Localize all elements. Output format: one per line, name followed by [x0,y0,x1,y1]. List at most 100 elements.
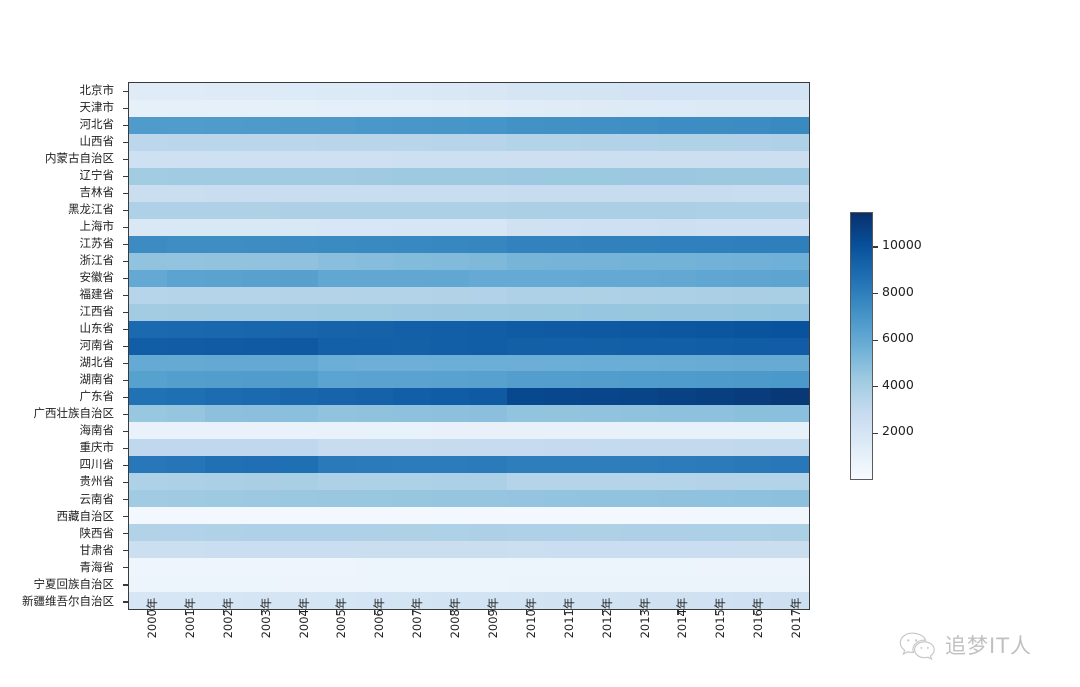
heatmap-cell [317,337,356,355]
heatmap-cell [166,218,205,236]
heatmap-cell [657,541,696,559]
heatmap-cell [582,507,621,525]
heatmap-cell [733,473,772,491]
heatmap-cell [469,541,507,559]
heatmap-cell [204,456,243,474]
heatmap-cell [733,252,772,270]
heatmap-cell [431,252,470,270]
heatmap-cell [544,575,583,593]
colorbar-ticks: 2000 4000 6000 8000 10000 [873,212,933,480]
heatmap-cell [695,320,734,338]
x-tick-label-slot: 2009年 [469,598,507,682]
heatmap-cell [544,473,583,491]
heatmap-cell [242,575,281,593]
heatmap-cell [242,354,281,372]
heatmap-cell [695,405,734,423]
heatmap-cell [280,337,318,355]
heatmap-cell [544,371,583,389]
heatmap-cell [393,116,432,134]
heatmap-cell [506,541,545,559]
y-tick-label: 北京市 [79,82,115,97]
heatmap-cell [469,320,507,338]
heatmap-cell [620,184,658,202]
heatmap-cell [733,422,772,440]
heatmap-row [129,116,810,134]
heatmap-cell [355,286,394,304]
heatmap-cell [317,507,356,525]
heatmap-cell [733,354,772,372]
heatmap-cell [620,83,658,100]
heatmap-cell [733,490,772,508]
heatmap-cell [469,303,507,321]
heatmap-cell [393,354,432,372]
y-tick-label: 河北省 [79,116,115,131]
heatmap-grid [129,83,810,610]
heatmap-cell [355,116,394,134]
heatmap-cell [469,167,507,185]
heatmap-cell [166,201,205,219]
heatmap-cell [129,439,167,457]
heatmap-cell [506,456,545,474]
heatmap-cell [733,337,772,355]
x-tick-label: 2004年 [296,597,311,639]
heatmap-cell [431,133,470,151]
heatmap-cell [733,303,772,321]
heatmap-cell [582,303,621,321]
heatmap-cell [129,184,167,202]
y-tick-label: 安徽省 [79,270,115,285]
heatmap-cell [657,252,696,270]
heatmap-cell [506,269,545,287]
heatmap-cell [431,524,470,542]
heatmap-cell [129,201,167,219]
heatmap-cell [280,184,318,202]
heatmap-cell [582,133,621,151]
heatmap-cell [280,252,318,270]
heatmap-cell [317,83,356,100]
y-tick-label: 贵州省 [79,474,115,489]
y-tick-label: 广西壮族自治区 [33,406,115,421]
heatmap-cell [280,201,318,219]
heatmap-cell [431,99,470,117]
heatmap-cell [695,456,734,474]
heatmap-cell [393,575,432,593]
heatmap-cell [355,439,394,457]
heatmap-cell [544,99,583,117]
heatmap-cell [733,184,772,202]
heatmap-cell [620,371,658,389]
heatmap-cell [506,252,545,270]
heatmap-cell [129,99,167,117]
heatmap-row [129,490,810,508]
heatmap-cell [544,524,583,542]
heatmap-cell [469,150,507,168]
heatmap-cell [280,116,318,134]
heatmap-cell [393,99,432,117]
heatmap-cell [280,422,318,440]
heatmap-cell [431,167,470,185]
heatmap-cell [582,83,621,100]
heatmap-cell [469,201,507,219]
heatmap-cell [204,490,243,508]
heatmap-cell [204,558,243,576]
heatmap-cell [242,167,281,185]
y-tick-label: 福建省 [79,287,115,302]
heatmap-cell [657,422,696,440]
heatmap-cell [129,575,167,593]
heatmap-cell [657,184,696,202]
heatmap-cell [506,286,545,304]
heatmap-cell [469,439,507,457]
heatmap-cell [431,541,470,559]
heatmap-cell [393,218,432,236]
heatmap-cell [620,507,658,525]
heatmap-cell [733,405,772,423]
heatmap-cell [771,507,810,525]
heatmap-row [129,405,810,423]
heatmap-cell [242,252,281,270]
heatmap-cell [582,252,621,270]
heatmap-cell [393,83,432,100]
heatmap-row [129,473,810,491]
y-tick-label: 广东省 [79,389,115,404]
heatmap-cell [129,320,167,338]
heatmap-cell [204,388,243,406]
heatmap-cell [695,116,734,134]
heatmap-cell [355,337,394,355]
